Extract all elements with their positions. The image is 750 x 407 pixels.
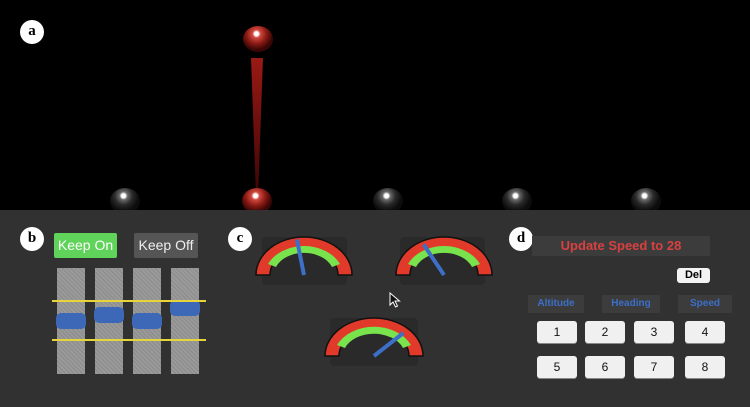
label-b: b [20,227,44,251]
gauge-3 [324,317,424,358]
key-7[interactable]: 7 [634,356,674,378]
key-5[interactable]: 5 [537,356,577,378]
status-message: Update Speed to 28 [532,236,710,256]
label-d: d [509,227,533,251]
slider-track-4[interactable] [171,268,199,374]
scene-view [0,0,750,214]
red-beam [251,58,263,198]
raised-red-sphere [243,26,273,52]
gauge-2 [395,236,493,277]
tab-speed[interactable]: Speed [678,295,732,313]
delete-button[interactable]: Del [677,268,710,283]
gauge-1 [255,236,353,276]
slider-handle-3[interactable] [132,313,162,329]
tab-heading[interactable]: Heading [602,295,660,313]
key-6[interactable]: 6 [585,356,625,378]
slider-handle-2[interactable] [94,306,124,323]
key-8[interactable]: 8 [685,356,725,378]
key-1[interactable]: 1 [537,321,577,343]
tab-altitude[interactable]: Altitude [528,295,584,313]
keep-on-button[interactable]: Keep On [54,233,117,258]
label-c: c [228,227,252,251]
keep-off-button[interactable]: Keep Off [134,233,198,258]
key-2[interactable]: 2 [585,321,625,343]
key-4[interactable]: 4 [685,321,725,343]
lower-threshold-line [52,339,206,341]
slider-handle-1[interactable] [56,313,86,329]
mouse-cursor-icon [389,292,401,308]
label-a: a [20,20,44,44]
upper-threshold-line [52,300,206,302]
key-3[interactable]: 3 [634,321,674,343]
